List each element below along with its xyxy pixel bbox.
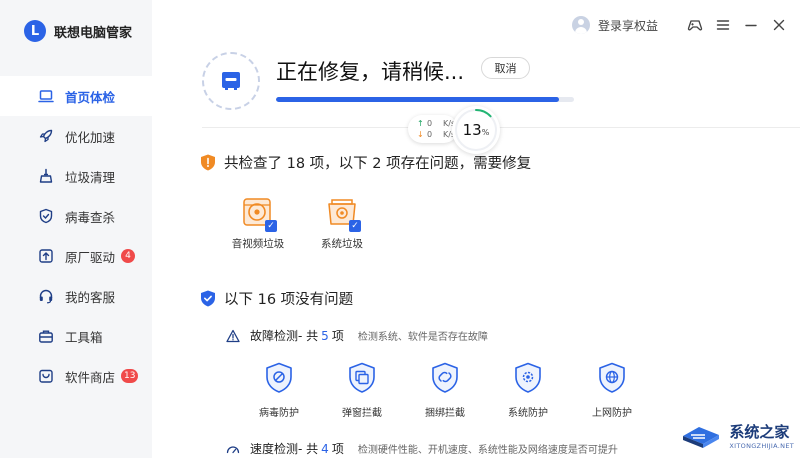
sidebar-item-label: 垃圾清理: [65, 169, 116, 185]
bundle-shield-icon: [432, 362, 458, 393]
gear-shield-icon: [515, 362, 541, 393]
sidebar-item-store[interactable]: 软件商店 13: [0, 356, 152, 396]
fault-check-row[interactable]: 故障检测 - 共 5 项 检测系统、软件是否存在故障: [226, 327, 488, 344]
repair-toolbox-icon: [222, 72, 240, 90]
check-item-label: 病毒防护: [259, 408, 299, 419]
ok-summary-text: 以下 16 项没有问题: [224, 292, 354, 308]
upload-arrow-icon: ↑: [417, 119, 424, 128]
app-logo: L 联想电脑管家: [24, 20, 132, 42]
fault-check-suffix: 项: [331, 329, 344, 343]
sidebar-item-label: 工具箱: [65, 329, 103, 345]
popup-shield-icon: [349, 362, 375, 393]
watermark-logo-icon: [683, 427, 720, 448]
check-item-system-protection[interactable]: 系统防护: [498, 362, 558, 419]
repair-status-ring: [202, 52, 260, 110]
rocket-icon: [39, 129, 53, 143]
network-speed-widget[interactable]: ↑ 0 K/s ↓ 0 K/s: [408, 115, 458, 143]
cancel-button[interactable]: 取消: [481, 57, 530, 79]
sidebar-item-optimize[interactable]: 优化加速: [0, 116, 152, 156]
watermark: 系统之家 XITONGZHIJIA.NET: [679, 420, 794, 450]
speedometer-icon: [226, 445, 240, 453]
sidebar-item-toolbox[interactable]: 工具箱: [0, 316, 152, 356]
checkbox-checked-icon[interactable]: ✓: [265, 220, 277, 232]
warning-triangle-icon: [226, 329, 240, 342]
issue-item-media-trash[interactable]: ✓ 音视频垃圾: [228, 196, 288, 251]
download-arrow-icon: ↓: [417, 130, 424, 139]
issue-label: 系统垃圾: [321, 238, 363, 250]
app-title: 联想电脑管家: [54, 25, 133, 41]
toolbox-icon: [39, 330, 53, 343]
sidebar-item-label: 优化加速: [65, 129, 116, 145]
repair-progress-bar: [276, 97, 574, 102]
download-speed-value: 0: [427, 130, 433, 139]
upload-box-icon: [39, 249, 53, 263]
speed-check-prefix: - 共: [298, 442, 319, 456]
sidebar-item-label: 我的客服: [65, 289, 116, 305]
fault-check-desc: 检测系统、软件是否存在故障: [357, 332, 488, 343]
ok-shield-icon: [201, 290, 215, 307]
ok-section-title: 以下 16 项没有问题: [200, 288, 353, 309]
issues-section-title: 共检查了 18 项，以下 2 项存在问题，需要修复: [200, 152, 531, 173]
issue-item-system-trash[interactable]: ✓ 系统垃圾: [312, 196, 372, 251]
issues-summary-text: 共检查了 18 项，以下 2 项存在问题，需要修复: [224, 156, 532, 172]
check-item-web-protection[interactable]: 上网防护: [582, 362, 642, 419]
globe-shield-icon: [599, 362, 625, 393]
logo-badge-icon: L: [24, 20, 46, 42]
sidebar-item-antivirus[interactable]: 病毒查杀: [0, 196, 152, 236]
warning-shield-icon: [201, 154, 215, 171]
speed-check-desc: 检测硬件性能、开机速度、系统性能及网络速度是否可提升: [357, 445, 618, 456]
fault-check-name: 故障检测: [250, 329, 299, 343]
headset-icon: [39, 289, 53, 304]
memory-usage-widget[interactable]: 13 %: [452, 106, 500, 154]
fault-check-count: 5: [321, 328, 329, 343]
repair-title: 正在修复，请稍候...: [276, 60, 465, 84]
repair-progress-fill: [276, 97, 560, 102]
check-item-virus-protection[interactable]: 病毒防护: [249, 362, 309, 419]
speed-check-count: 4: [321, 441, 329, 456]
check-item-label: 系统防护: [508, 408, 548, 419]
checkbox-checked-icon[interactable]: ✓: [349, 220, 361, 232]
speed-check-suffix: 项: [331, 442, 344, 456]
shield-check-icon: [39, 208, 53, 224]
sidebar: L 联想电脑管家 首页体检 优化加速 垃圾清理 病毒查杀 原厂驱动 4 我的客服: [0, 0, 152, 458]
laptop-icon: [38, 90, 54, 103]
speed-check-name: 速度检测: [250, 442, 299, 456]
sidebar-item-label: 病毒查杀: [65, 209, 116, 225]
check-item-label: 捆绑拦截: [425, 408, 465, 419]
section-divider: [202, 127, 800, 128]
check-item-popup-block[interactable]: 弹窗拦截: [332, 362, 392, 419]
check-item-label: 弹窗拦截: [342, 408, 382, 419]
virus-shield-icon: [266, 362, 292, 393]
usage-percent-value: 13: [462, 121, 482, 139]
broom-icon: [39, 168, 53, 183]
sidebar-item-label: 首页体检: [65, 89, 116, 105]
speed-check-row[interactable]: 速度检测 - 共 4 项 检测硬件性能、开机速度、系统性能及网络速度是否可提升: [226, 440, 618, 457]
check-item-label: 上网防护: [592, 408, 632, 419]
sidebar-item-cleanup[interactable]: 垃圾清理: [0, 156, 152, 196]
store-count-badge: 13: [121, 369, 139, 383]
store-icon: [39, 369, 53, 383]
upload-speed-value: 0: [427, 119, 433, 128]
sidebar-item-label: 原厂驱动: [65, 249, 116, 265]
usage-percent-unit: %: [481, 128, 490, 137]
sidebar-item-label: 软件商店: [65, 369, 116, 385]
main-panel: 正在修复，请稍候... 取消 ↑ 0 K/s ↓ 0 K/s 13 % 共检查了…: [152, 0, 800, 458]
sidebar-item-home-check[interactable]: 首页体检: [0, 76, 152, 116]
watermark-subtitle: XITONGZHIJIA.NET: [729, 441, 794, 450]
sidebar-nav: 首页体检 优化加速 垃圾清理 病毒查杀 原厂驱动 4 我的客服 工具箱 软件商店…: [0, 76, 152, 396]
sidebar-item-drivers[interactable]: 原厂驱动 4: [0, 236, 152, 276]
sidebar-item-support[interactable]: 我的客服: [0, 276, 152, 316]
fault-check-prefix: - 共: [298, 329, 319, 343]
watermark-title: 系统之家: [729, 422, 790, 441]
issue-label: 音视频垃圾: [231, 238, 285, 250]
check-item-bundle-block[interactable]: 捆绑拦截: [415, 362, 475, 419]
drivers-count-badge: 4: [121, 249, 136, 263]
